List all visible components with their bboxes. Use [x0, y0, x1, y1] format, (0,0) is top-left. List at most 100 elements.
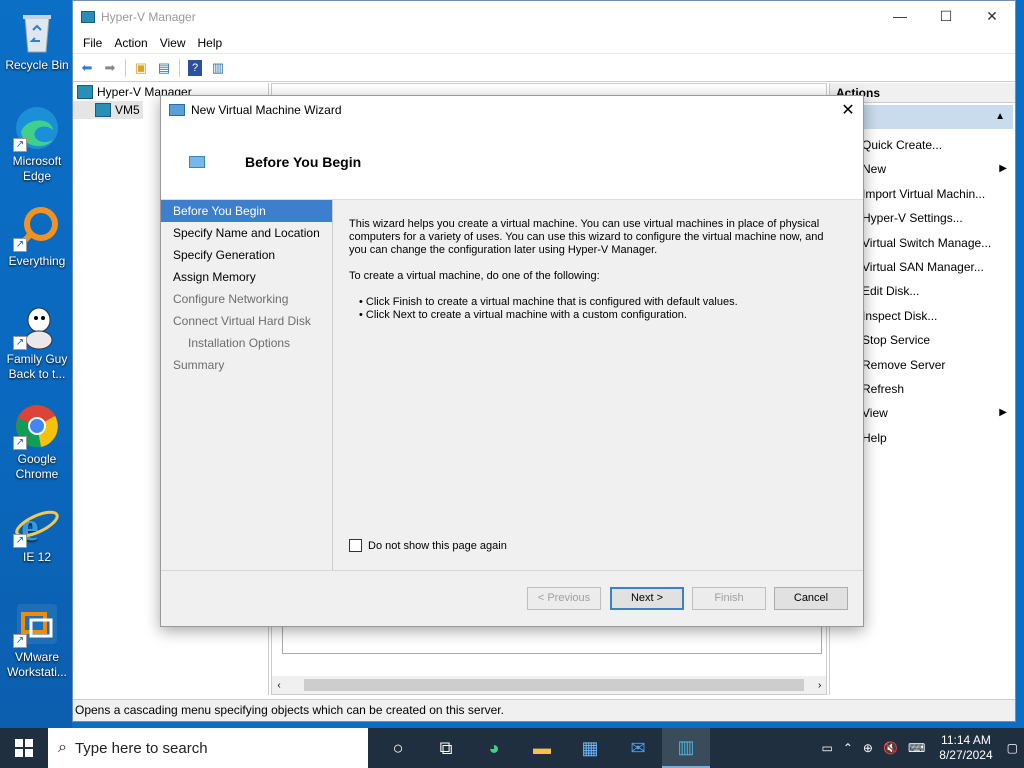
- help-button[interactable]: ?: [185, 58, 205, 78]
- show-hide-tree-button[interactable]: ▤: [154, 58, 174, 78]
- edge-icon: ↗: [13, 104, 61, 152]
- hyper-v-manager-icon: [77, 85, 93, 99]
- wizard-step[interactable]: Specify Generation: [161, 244, 332, 266]
- taskbar-file-explorer[interactable]: ▬: [518, 728, 566, 768]
- wizard-close-button[interactable]: ✕: [833, 100, 863, 120]
- menu-help[interactable]: Help: [192, 36, 229, 50]
- scroll-left-icon[interactable]: ‹: [272, 680, 286, 691]
- desktop-icon-label: Recycle Bin: [5, 58, 69, 72]
- desktop-icon-vmware[interactable]: ↗ VMware Workstati...: [2, 600, 72, 680]
- hyper-v-manager-icon: ▥: [677, 736, 695, 757]
- desktop-icon-everything[interactable]: ↗ Everything: [2, 204, 72, 269]
- previous-button[interactable]: < Previous: [527, 587, 601, 610]
- desktop-icon-family-guy[interactable]: ↗ Family Guy Back to t...: [2, 302, 72, 382]
- taskbar-mail[interactable]: ✉: [614, 728, 662, 768]
- instruction-text: To create a virtual machine, do one of t…: [349, 270, 600, 282]
- family-guy-icon: ↗: [13, 302, 61, 350]
- wizard-steps: Before You Begin Specify Name and Locatio…: [161, 200, 333, 570]
- close-button[interactable]: ✕: [969, 8, 1015, 25]
- mail-icon: ✉: [630, 737, 646, 758]
- desktop-icon-recycle-bin[interactable]: Recycle Bin: [2, 8, 72, 73]
- wizard-step[interactable]: Before You Begin: [161, 200, 332, 222]
- notifications-icon[interactable]: ▢: [1007, 741, 1018, 755]
- desktop-icon-chrome[interactable]: ↗ Google Chrome: [2, 402, 72, 482]
- desktop-icon-edge[interactable]: ↗ Microsoft Edge: [2, 104, 72, 184]
- action-item-label: Remove Server: [862, 357, 946, 372]
- toolbar-separator: [125, 58, 126, 77]
- news-widget-icon[interactable]: ▭: [822, 741, 833, 755]
- action-item-label: Inspect Disk...: [862, 308, 938, 323]
- tree-item-vm5[interactable]: VM5: [73, 101, 143, 119]
- up-folder-button[interactable]: ▣: [131, 58, 151, 78]
- maximize-button[interactable]: ☐: [923, 8, 969, 25]
- wizard-step[interactable]: Specify Name and Location: [161, 222, 332, 244]
- scrollbar-thumb[interactable]: [304, 679, 804, 691]
- hyper-v-app-icon: [81, 10, 95, 23]
- menu-file[interactable]: File: [77, 36, 108, 50]
- edge-icon: ◕: [488, 737, 500, 758]
- clock-date: 8/27/2024: [939, 748, 993, 762]
- volume-muted-icon[interactable]: 🔇: [883, 741, 898, 755]
- action-pane-icon: ▥: [211, 59, 225, 75]
- wizard-header: Before You Begin: [161, 124, 863, 200]
- submenu-arrow-icon: ▶: [999, 407, 1007, 419]
- wizard-step: Summary: [173, 358, 225, 372]
- internet-explorer-icon: e ↗: [13, 500, 61, 549]
- menu-action[interactable]: Action: [108, 36, 153, 50]
- start-button[interactable]: [0, 728, 48, 768]
- wizard-page-heading: Before You Begin: [245, 154, 362, 170]
- taskbar-search-box[interactable]: ⌕ Type here to search: [48, 728, 368, 768]
- action-item-label: Hyper-V Settings...: [862, 211, 963, 226]
- options-list: Click Finish to create a virtual machine…: [349, 296, 839, 322]
- next-button[interactable]: Next >: [610, 587, 684, 610]
- toolbar-separator: [179, 58, 180, 77]
- show-hide-action-pane-button[interactable]: ▥: [208, 58, 228, 78]
- network-icon[interactable]: ⊕: [863, 741, 873, 755]
- taskbar-store[interactable]: ▦: [566, 728, 614, 768]
- wizard-title: New Virtual Machine Wizard: [191, 103, 342, 117]
- action-item-label: Stop Service: [862, 333, 931, 348]
- clock[interactable]: 11:14 AM 8/27/2024: [935, 733, 996, 763]
- virtual-machine-icon: [189, 156, 205, 168]
- wizard-step[interactable]: Assign Memory: [161, 266, 332, 288]
- wizard-app-icon: [169, 104, 185, 116]
- desktop: Recycle Bin ↗ Microsoft Edge ↗ Everythin…: [0, 0, 72, 728]
- wizard-step: Configure Networking: [173, 292, 289, 306]
- system-tray: ▭ ⌃ ⊕ 🔇 ⌨ 11:14 AM 8/27/2024 ▢: [822, 733, 1024, 763]
- taskbar-hyper-v-manager[interactable]: ▥: [662, 728, 710, 768]
- action-item-label: Help: [862, 430, 887, 445]
- toolbar: ⬅ ➡ ▣ ▤ ? ▥: [73, 54, 1015, 82]
- horizontal-scrollbar[interactable]: ‹ ›: [272, 676, 826, 694]
- shortcut-arrow-icon: ↗: [13, 336, 27, 350]
- windows-logo-icon: [15, 739, 33, 757]
- checkbox-label: Do not show this page again: [368, 539, 507, 552]
- menu-view[interactable]: View: [154, 36, 192, 50]
- task-view-button[interactable]: ⧉: [422, 728, 470, 768]
- action-item-label: Quick Create...: [862, 138, 943, 152]
- search-icon: ⌕: [58, 739, 67, 756]
- shortcut-arrow-icon: ↗: [13, 436, 27, 450]
- clock-time: 11:14 AM: [941, 733, 991, 747]
- back-button[interactable]: ⬅: [77, 58, 97, 78]
- input-method-icon[interactable]: ⌨: [908, 741, 925, 755]
- minimize-button[interactable]: —: [877, 8, 923, 25]
- desktop-icon-ie[interactable]: e ↗ IE 12: [2, 500, 72, 565]
- forward-button[interactable]: ➡: [100, 58, 120, 78]
- show-hidden-icons-icon[interactable]: ⌃: [843, 741, 853, 755]
- do-not-show-checkbox[interactable]: Do not show this page again: [349, 539, 507, 552]
- finish-button[interactable]: Finish: [692, 587, 766, 610]
- taskbar-edge[interactable]: ◕: [470, 728, 518, 768]
- desktop-icon-label: Family Guy Back to t...: [6, 352, 68, 381]
- desktop-icon-label: Everything: [8, 254, 66, 268]
- wizard-content: This wizard helps you create a virtual m…: [349, 218, 839, 322]
- cancel-button[interactable]: Cancel: [774, 587, 848, 610]
- cortana-button[interactable]: ○: [374, 728, 422, 768]
- store-icon: ▦: [581, 737, 599, 758]
- scroll-right-icon[interactable]: ›: [818, 680, 821, 691]
- title-bar[interactable]: Hyper-V Manager — ☐ ✕: [73, 1, 1015, 32]
- wizard-step: Connect Virtual Hard Disk: [173, 314, 311, 328]
- checkbox-box[interactable]: [349, 539, 362, 552]
- wizard-title-bar[interactable]: New Virtual Machine Wizard ✕: [161, 96, 863, 124]
- task-view-icon: ⧉: [439, 737, 453, 758]
- collapse-arrow-icon[interactable]: ▲: [995, 111, 1005, 122]
